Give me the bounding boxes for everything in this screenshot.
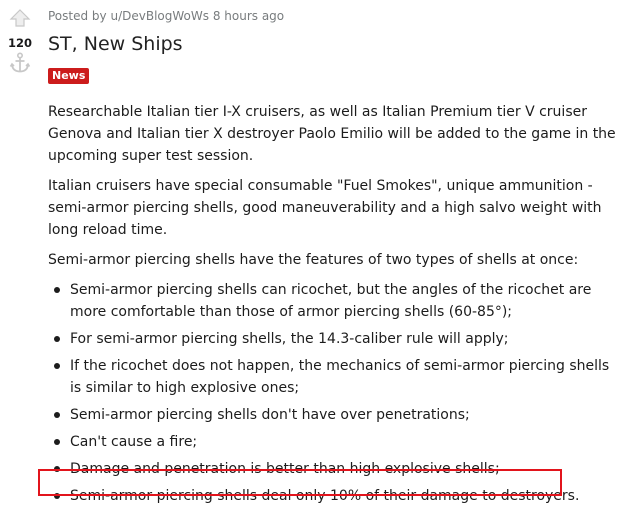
bullet-dot xyxy=(54,336,60,342)
post-time: 8 hours ago xyxy=(209,9,285,23)
vote-column: 120 xyxy=(0,0,40,504)
bullet-dot xyxy=(54,412,60,418)
post-title[interactable]: ST, New Ships xyxy=(48,33,183,55)
list-item: Damage and penetration is better than hi… xyxy=(48,458,616,480)
list-item-text: Semi-armor piercing shells deal only 10%… xyxy=(70,488,580,504)
paragraph: Semi-armor piercing shells have the feat… xyxy=(48,252,579,268)
list-item: If the ricochet does not happen, the mec… xyxy=(48,355,616,399)
meta-prefix: Posted by xyxy=(48,9,111,23)
list-item-text: If the ricochet does not happen, the mec… xyxy=(70,358,610,396)
list-item: For semi-armor piercing shells, the 14.3… xyxy=(48,328,616,350)
list-item-text: Semi-armor piercing shells don't have ov… xyxy=(70,407,470,423)
author-link[interactable]: u/DevBlogWoWs xyxy=(110,9,209,23)
bullet-dot xyxy=(54,493,60,499)
list-item-text: Damage and penetration is better than hi… xyxy=(70,461,500,477)
bullet-dot xyxy=(54,287,60,293)
list-item-text: For semi-armor piercing shells, the 14.3… xyxy=(70,331,509,347)
list-item: Semi-armor piercing shells don't have ov… xyxy=(48,404,616,426)
post-body: Researchable Italian tier I-X cruisers, … xyxy=(48,101,634,512)
bullet-dot xyxy=(54,363,60,369)
bullet-dot xyxy=(54,466,60,472)
paragraph: Researchable Italian tier I-X cruisers, … xyxy=(48,104,616,164)
flair-badge[interactable]: News xyxy=(48,68,90,84)
list-item: Can't cause a fire; xyxy=(48,431,616,453)
vote-count: 120 xyxy=(7,36,32,50)
anchor-downvote-icon[interactable] xyxy=(9,52,31,73)
bullet-list: Semi-armor piercing shells can ricochet,… xyxy=(48,279,634,507)
bullet-dot xyxy=(54,439,60,445)
list-item: Semi-armor piercing shells can ricochet,… xyxy=(48,279,616,323)
paragraph: Italian cruisers have special consumable… xyxy=(48,178,602,238)
list-item-text: Semi-armor piercing shells can ricochet,… xyxy=(70,282,592,320)
upvote-arrow-icon[interactable] xyxy=(9,8,31,28)
list-item-text: Can't cause a fire; xyxy=(70,434,198,450)
post-meta: Posted by u/DevBlogWoWs 8 hours ago xyxy=(48,9,284,23)
